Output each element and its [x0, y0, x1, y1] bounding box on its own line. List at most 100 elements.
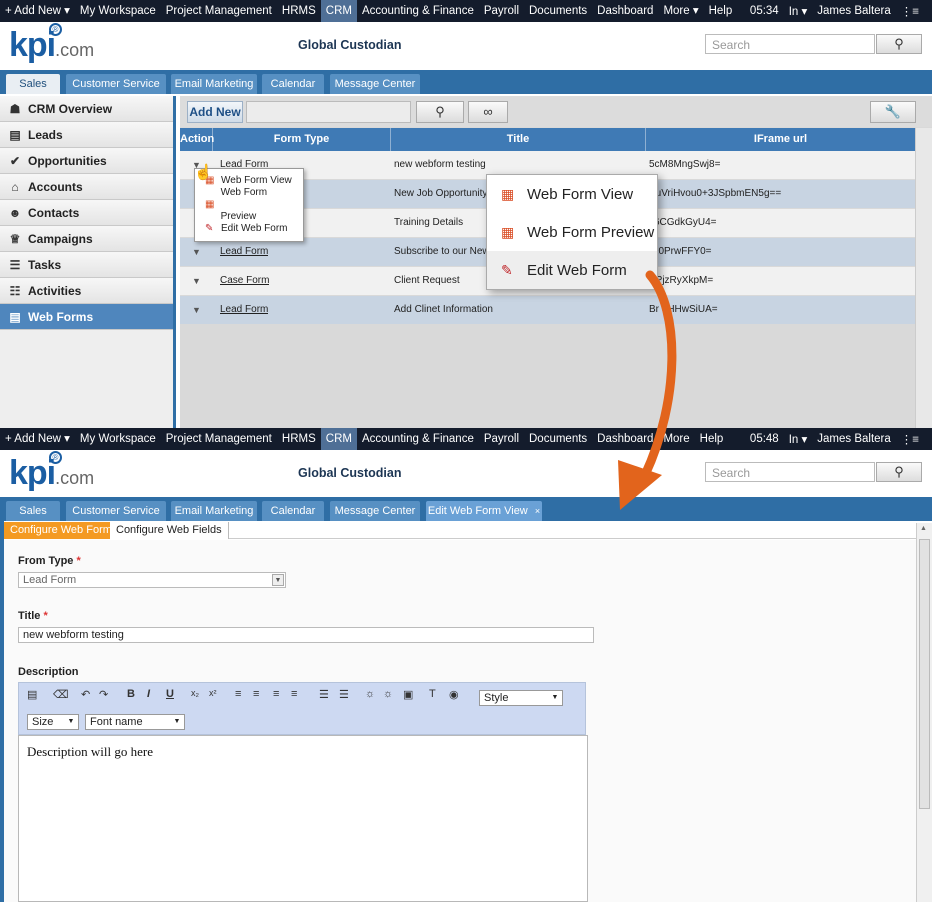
row-action-icon[interactable]: ▼	[192, 296, 201, 324]
menu-item-web-form-preview[interactable]: ▦ Web Form Preview	[195, 187, 303, 222]
unlink-icon[interactable]: ☼	[383, 688, 393, 700]
tab-sales[interactable]: Sales	[6, 74, 60, 94]
nav-payroll[interactable]: Payroll	[479, 428, 524, 450]
title-field[interactable]: new webform testing	[18, 627, 594, 643]
nav-add-new[interactable]: + Add New ▾	[0, 428, 75, 450]
tab-sales[interactable]: Sales	[6, 501, 60, 521]
sidebar-item-tasks[interactable]: ☰ Tasks	[0, 252, 173, 278]
status-dropdown[interactable]: In ▾	[784, 4, 813, 18]
row-action-icon[interactable]: ▼	[192, 238, 201, 266]
row-form-type[interactable]: Case Form	[220, 267, 269, 295]
scroll-up-icon[interactable]: ▲	[920, 525, 927, 532]
sidebar-item-accounts[interactable]: ⌂ Accounts	[0, 174, 173, 200]
tab-customer-service[interactable]: Customer Service	[66, 501, 166, 521]
size-select[interactable]: Size ▼	[27, 714, 79, 730]
col-form-type[interactable]: Form Type	[213, 128, 391, 151]
search-input[interactable]: Search	[705, 34, 875, 54]
bold-icon[interactable]: B	[127, 688, 135, 700]
grid-search-input[interactable]	[246, 101, 411, 123]
nav-hrms[interactable]: HRMS	[277, 0, 321, 22]
sidebar-item-web-forms[interactable]: ▤ Web Forms	[0, 304, 173, 330]
background-color-icon[interactable]: ◉	[449, 688, 459, 701]
description-editor[interactable]: Description will go here	[18, 735, 588, 902]
style-select[interactable]: Style ▼	[479, 690, 563, 706]
tab-calendar[interactable]: Calendar	[262, 74, 324, 94]
bullet-list-icon[interactable]: ☰	[339, 688, 349, 701]
font-name-select[interactable]: Font name ▼	[85, 714, 185, 730]
nav-project-management[interactable]: Project Management	[161, 428, 277, 450]
menu-item-edit-web-form[interactable]: ✎ Edit Web Form	[195, 217, 303, 241]
tab-email-marketing[interactable]: Email Marketing	[171, 74, 257, 94]
align-justify-icon[interactable]: ≡	[291, 688, 297, 700]
col-title[interactable]: Title	[391, 128, 646, 151]
scrollbar-thumb[interactable]	[919, 539, 930, 809]
user-name[interactable]: James Baltera	[812, 433, 896, 445]
nav-my-workspace[interactable]: My Workspace	[75, 428, 161, 450]
row-action-icon[interactable]: ▼	[192, 267, 201, 295]
sidebar-item-crm-overview[interactable]: ☗ CRM Overview	[0, 96, 173, 122]
sidebar-item-leads[interactable]: ▤ Leads	[0, 122, 173, 148]
row-form-type[interactable]: Lead Form	[220, 296, 268, 324]
tab-calendar[interactable]: Calendar	[262, 501, 324, 521]
image-icon[interactable]: ▣	[403, 688, 413, 701]
sidebar-item-opportunities[interactable]: ✔ Opportunities	[0, 148, 173, 174]
eraser-icon[interactable]: ⌫	[53, 688, 69, 701]
search-button[interactable]: ⚲	[876, 34, 922, 54]
nav-payroll[interactable]: Payroll	[479, 0, 524, 22]
menu-list-icon[interactable]: ⋮≡	[896, 432, 924, 446]
source-icon[interactable]: ▤	[27, 688, 37, 701]
nav-accounting-finance[interactable]: Accounting & Finance	[357, 428, 479, 450]
col-action[interactable]: Action	[180, 128, 214, 151]
row-form-type[interactable]: Lead Form	[220, 238, 268, 266]
add-new-button[interactable]: Add New	[187, 101, 243, 123]
user-name[interactable]: James Baltera	[812, 5, 896, 17]
nav-crm[interactable]: CRM	[320, 0, 357, 22]
menu-item-web-form-preview[interactable]: ▦ Web Form Preview	[487, 213, 657, 251]
search-input[interactable]: Search	[705, 462, 875, 482]
tab-message-center[interactable]: Message Center	[330, 501, 420, 521]
grid-scrollbar[interactable]	[915, 128, 932, 428]
tab-email-marketing[interactable]: Email Marketing	[171, 501, 257, 521]
nav-help[interactable]: Help	[704, 0, 738, 22]
kpi-logo[interactable]: kpi.com ®	[9, 23, 94, 65]
text-color-icon[interactable]: T	[429, 688, 436, 700]
from-type-select[interactable]: Lead Form ▼	[18, 572, 286, 588]
subscript-icon[interactable]: x₂	[191, 688, 199, 698]
nav-add-new[interactable]: + Add New ▾	[0, 0, 75, 22]
nav-my-workspace[interactable]: My Workspace	[75, 0, 161, 22]
sidebar-item-activities[interactable]: ☷ Activities	[0, 278, 173, 304]
nav-dashboard[interactable]: Dashboard	[592, 0, 658, 22]
sidebar-item-campaigns[interactable]: ♕ Campaigns	[0, 226, 173, 252]
underline-icon[interactable]: U	[166, 688, 174, 700]
search-button[interactable]: ⚲	[876, 462, 922, 482]
link-button[interactable]: ∞	[468, 101, 508, 123]
nav-crm[interactable]: CRM	[320, 428, 357, 450]
col-iframe-url[interactable]: IFrame url	[646, 128, 915, 151]
nav-documents[interactable]: Documents	[524, 428, 592, 450]
undo-icon[interactable]: ↶	[81, 688, 90, 701]
sidebar-item-contacts[interactable]: ☻ Contacts	[0, 200, 173, 226]
numbered-list-icon[interactable]: ☰	[319, 688, 329, 701]
subtab-configure-web-fields[interactable]: Configure Web Fields	[110, 522, 229, 539]
align-left-icon[interactable]: ≡	[235, 688, 241, 700]
close-tab-icon[interactable]: ×	[535, 506, 540, 516]
align-center-icon[interactable]: ≡	[253, 688, 259, 700]
tab-customer-service[interactable]: Customer Service	[66, 74, 166, 94]
redo-icon[interactable]: ↷	[99, 688, 108, 701]
nav-more[interactable]: More ▾	[658, 0, 703, 22]
tab-edit-web-form-view[interactable]: Edit Web Form View ×	[426, 501, 542, 521]
nav-hrms[interactable]: HRMS	[277, 428, 321, 450]
menu-item-web-form-view[interactable]: ▦ Web Form View	[487, 175, 657, 213]
settings-button[interactable]: 🔧	[870, 101, 916, 123]
superscript-icon[interactable]: x²	[209, 688, 217, 698]
tab-message-center[interactable]: Message Center	[330, 74, 420, 94]
nav-documents[interactable]: Documents	[524, 0, 592, 22]
menu-list-icon[interactable]: ⋮≡	[896, 4, 924, 18]
italic-icon[interactable]: I	[147, 688, 150, 700]
nav-project-management[interactable]: Project Management	[161, 0, 277, 22]
link-icon[interactable]: ☼	[365, 688, 375, 700]
page-scrollbar[interactable]: ▲	[916, 523, 932, 902]
align-right-icon[interactable]: ≡	[273, 688, 279, 700]
kpi-logo[interactable]: kpi.com ®	[9, 451, 94, 493]
status-dropdown[interactable]: In ▾	[784, 432, 813, 446]
